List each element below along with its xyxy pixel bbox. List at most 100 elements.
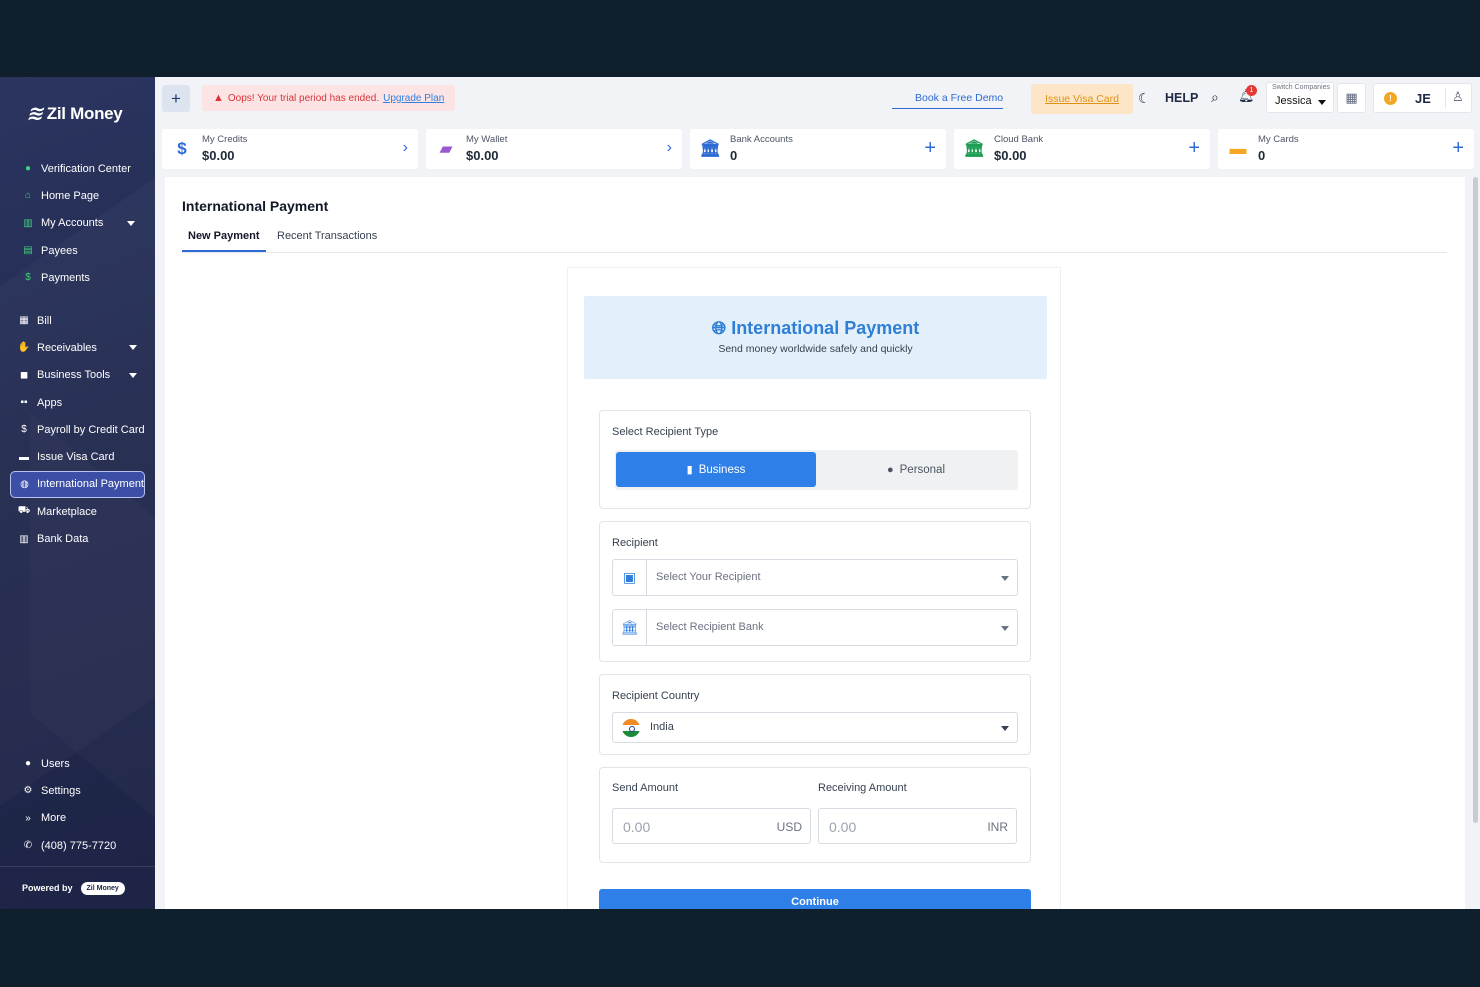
sidebar-item-label: My Accounts xyxy=(41,217,104,230)
sidebar-item-label: Apps xyxy=(37,396,63,409)
card-value: $0.00 xyxy=(202,148,235,163)
sidebar-item-phone[interactable]: ✆ (408) 775-7720 xyxy=(0,832,155,859)
sidebar-item-label: Payments xyxy=(41,271,90,284)
sidebar-item-label: Users xyxy=(41,757,70,770)
sidebar-item-my-accounts[interactable]: ▥ My Accounts xyxy=(0,210,155,237)
main-scrollbar[interactable] xyxy=(1473,177,1478,823)
my-wallet-card[interactable]: ▰ My Wallet $0.00 › xyxy=(426,129,682,169)
sidebar-item-verification-center[interactable]: ● Verification Center xyxy=(0,155,155,182)
sidebar-item-settings[interactable]: ⚙ Settings xyxy=(0,777,155,804)
recipient-section: Recipient ▣ Select Your Recipient 🏛︎ Sel… xyxy=(599,521,1031,662)
book-demo-link[interactable]: Book a Free Demo xyxy=(892,92,1004,109)
user-profile-icon[interactable]: ♙ xyxy=(1452,89,1464,105)
notification-count: 1 xyxy=(1246,85,1257,96)
app-window: ≋ Zil Money ● Verification Center ⌂ Home… xyxy=(0,77,1480,909)
receiving-currency: INR xyxy=(987,820,1008,834)
bank-accounts-card[interactable]: 🏛︎ Bank Accounts 0 + xyxy=(690,129,946,169)
user-menu[interactable]: ! JE ♙ xyxy=(1373,83,1472,113)
add-card-button[interactable]: + xyxy=(1452,137,1464,160)
tab-bar: New Payment Recent Transactions xyxy=(182,224,1447,253)
send-amount-input[interactable]: 0.00 USD xyxy=(612,808,811,844)
sidebar-item-home-page[interactable]: ⌂ Home Page xyxy=(0,182,155,209)
phone-icon: ✆ xyxy=(23,840,33,852)
top-bar: + ▲ Oops! Your trial period has ended. U… xyxy=(155,77,1480,121)
switch-company-select[interactable]: Switch Companies Jessica xyxy=(1266,82,1334,113)
sidebar-nav-top: ● Verification Center ⌂ Home Page ▥ My A… xyxy=(0,155,155,291)
sidebar-item-more[interactable]: » More xyxy=(0,805,155,832)
help-button[interactable]: HELP xyxy=(1165,91,1198,105)
my-credits-card[interactable]: $ My Credits $0.00 › xyxy=(162,129,418,169)
chevron-right-icon[interactable]: › xyxy=(667,139,672,157)
cloud-bank-card[interactable]: 🏛︎ Cloud Bank $0.00 + xyxy=(954,129,1210,169)
powered-by-badge[interactable]: Zil Money xyxy=(80,881,125,895)
sidebar-item-payments[interactable]: $ Payments xyxy=(0,264,155,291)
card-value: 0 xyxy=(730,148,738,163)
quick-add-button[interactable]: + xyxy=(162,85,190,112)
sidebar: ≋ Zil Money ● Verification Center ⌂ Home… xyxy=(0,77,155,909)
sidebar-item-label: Issue Visa Card xyxy=(37,451,115,464)
brand-logo[interactable]: ≋ Zil Money xyxy=(25,101,123,126)
sidebar-item-payroll[interactable]: $ Payroll by Credit Card xyxy=(0,416,155,443)
chevron-right-icon[interactable]: › xyxy=(403,139,408,157)
recipient-bank-select[interactable]: 🏛︎ Select Recipient Bank xyxy=(612,609,1018,646)
tab-new-payment[interactable]: New Payment xyxy=(182,230,266,252)
document-icon: ▦ xyxy=(19,315,29,327)
sidebar-item-business-tools[interactable]: ◼ Business Tools xyxy=(0,362,155,389)
country-select[interactable]: India xyxy=(612,712,1018,743)
dollar-icon: $ xyxy=(25,272,31,284)
wallet-icon: ▰ xyxy=(439,139,453,158)
alert-icon[interactable]: ! xyxy=(1384,92,1397,105)
upgrade-plan-link[interactable]: Upgrade Plan xyxy=(383,93,444,104)
building-icon: ▮ xyxy=(686,464,693,476)
sidebar-item-payees[interactable]: ▤ Payees xyxy=(0,237,155,264)
double-chevron-icon: » xyxy=(25,812,31,824)
my-cards-card[interactable]: ▬ My Cards 0 + xyxy=(1218,129,1474,169)
add-bank-account-button[interactable]: + xyxy=(924,137,936,160)
sidebar-item-label: Settings xyxy=(41,784,81,797)
sidebar-item-apps[interactable]: ▪▪ Apps xyxy=(0,389,155,416)
sidebar-item-label: Business Tools xyxy=(37,369,111,382)
recipient-type-label: Select Recipient Type xyxy=(612,426,719,438)
chevron-down-icon xyxy=(1001,576,1009,581)
sidebar-item-bank-data[interactable]: ▥ Bank Data xyxy=(0,525,155,552)
sidebar-item-label: Verification Center xyxy=(41,162,131,175)
send-amount-label: Send Amount xyxy=(612,782,679,794)
sidebar-item-label: Receivables xyxy=(37,341,97,354)
sidebar-nav-main: ▦ Bill ✋ Receivables ◼ Business Tools ▪▪… xyxy=(0,307,155,553)
personal-option[interactable]: ● Personal xyxy=(816,452,1016,487)
tab-recent-transactions[interactable]: Recent Transactions xyxy=(277,230,377,250)
recipient-select[interactable]: ▣ Select Your Recipient xyxy=(612,559,1018,596)
bank-icon: ▥ xyxy=(19,533,29,545)
bank-placeholder: Select Recipient Bank xyxy=(656,621,764,633)
continue-button[interactable]: Continue xyxy=(599,889,1031,909)
search-icon[interactable]: ⌕ xyxy=(1211,89,1219,106)
card-label: My Wallet xyxy=(466,134,508,145)
chevron-down-icon xyxy=(1001,626,1009,631)
business-label: Business xyxy=(698,463,746,476)
sidebar-item-users[interactable]: ● Users xyxy=(0,750,155,777)
globe-icon: 🌐︎ xyxy=(711,318,727,338)
sidebar-item-marketplace[interactable]: ⛟ Marketplace xyxy=(0,498,155,525)
sidebar-item-international-payment[interactable]: ◍ International Payment xyxy=(10,470,145,499)
dark-mode-icon[interactable]: ☾ xyxy=(1138,90,1151,107)
company-name: Jessica xyxy=(1275,95,1312,107)
chevron-down-icon xyxy=(1318,100,1326,105)
sidebar-item-label: (408) 775-7720 xyxy=(41,839,117,852)
sidebar-item-receivables[interactable]: ✋ Receivables xyxy=(0,334,155,361)
building-icon[interactable]: ▦ xyxy=(1337,83,1366,113)
issue-visa-card-button[interactable]: Issue Visa Card xyxy=(1031,84,1133,114)
sidebar-item-issue-visa-card[interactable]: ▬ Issue Visa Card xyxy=(0,443,155,470)
sidebar-item-label: More xyxy=(41,812,67,825)
credit-card-icon: ▬ xyxy=(19,451,29,463)
form-header: 🌐︎ International Payment Send money worl… xyxy=(584,296,1047,379)
send-amount-value: 0.00 xyxy=(623,819,651,835)
notification-bell-icon[interactable]: 🔔︎ 1 xyxy=(1238,85,1257,104)
card-value: $0.00 xyxy=(994,148,1027,163)
bank-icon: 🏛︎ xyxy=(699,139,721,158)
add-cloud-bank-button[interactable]: + xyxy=(1188,137,1200,160)
amount-section: Send Amount Receiving Amount 0.00 USD 0.… xyxy=(599,767,1031,863)
receiving-amount-input[interactable]: 0.00 INR xyxy=(818,808,1017,844)
sidebar-item-label: Payees xyxy=(41,244,78,257)
sidebar-item-bill[interactable]: ▦ Bill xyxy=(0,307,155,334)
business-option[interactable]: ▮ Business xyxy=(616,452,816,487)
